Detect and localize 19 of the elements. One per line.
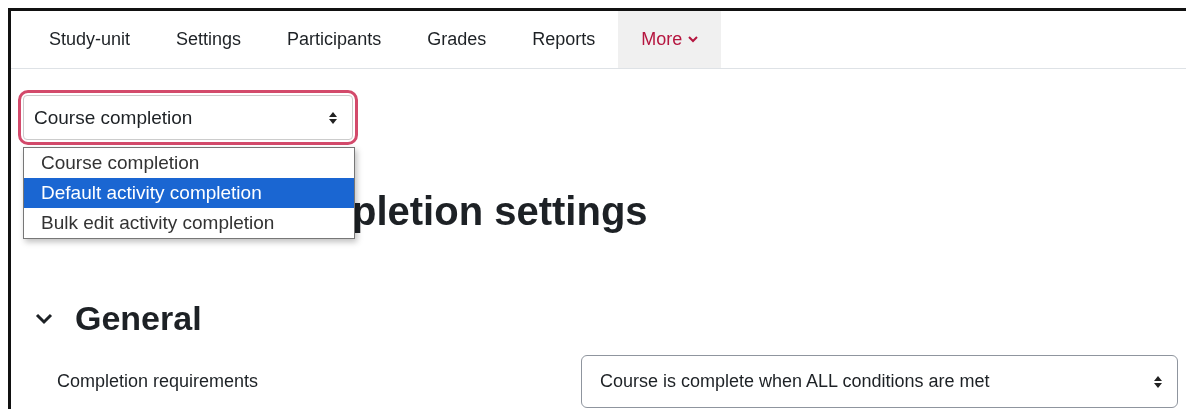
page-heading: pletion settings bbox=[352, 189, 648, 234]
select-value: Course completion bbox=[34, 106, 193, 129]
nav-tab[interactable]: Settings bbox=[153, 11, 265, 68]
section-heading: General bbox=[75, 299, 202, 338]
field-label: Completion requirements bbox=[57, 371, 259, 392]
nav-tab[interactable]: Grades bbox=[404, 11, 510, 68]
dropdown-option[interactable]: Default activity completion bbox=[24, 178, 354, 208]
nav-tab[interactable]: Reports bbox=[509, 11, 619, 68]
requirements-select[interactable]: Course is complete when ALL conditions are met bbox=[581, 355, 1178, 408]
nav-tab[interactable]: Participants bbox=[264, 11, 405, 68]
dropdown-option[interactable]: Course completion bbox=[24, 148, 354, 178]
sort-arrows-icon bbox=[328, 110, 338, 125]
sort-arrows-icon bbox=[1153, 374, 1163, 389]
dropdown-option[interactable]: Bulk edit activity completion bbox=[24, 208, 354, 238]
select-value: Course is complete when ALL conditions are met bbox=[600, 371, 990, 392]
nav-tab[interactable]: Study-unit bbox=[26, 11, 154, 68]
page-select[interactable]: Course completion bbox=[23, 95, 353, 140]
nav-tab[interactable]: More bbox=[618, 11, 722, 68]
caret-icon bbox=[688, 36, 699, 43]
